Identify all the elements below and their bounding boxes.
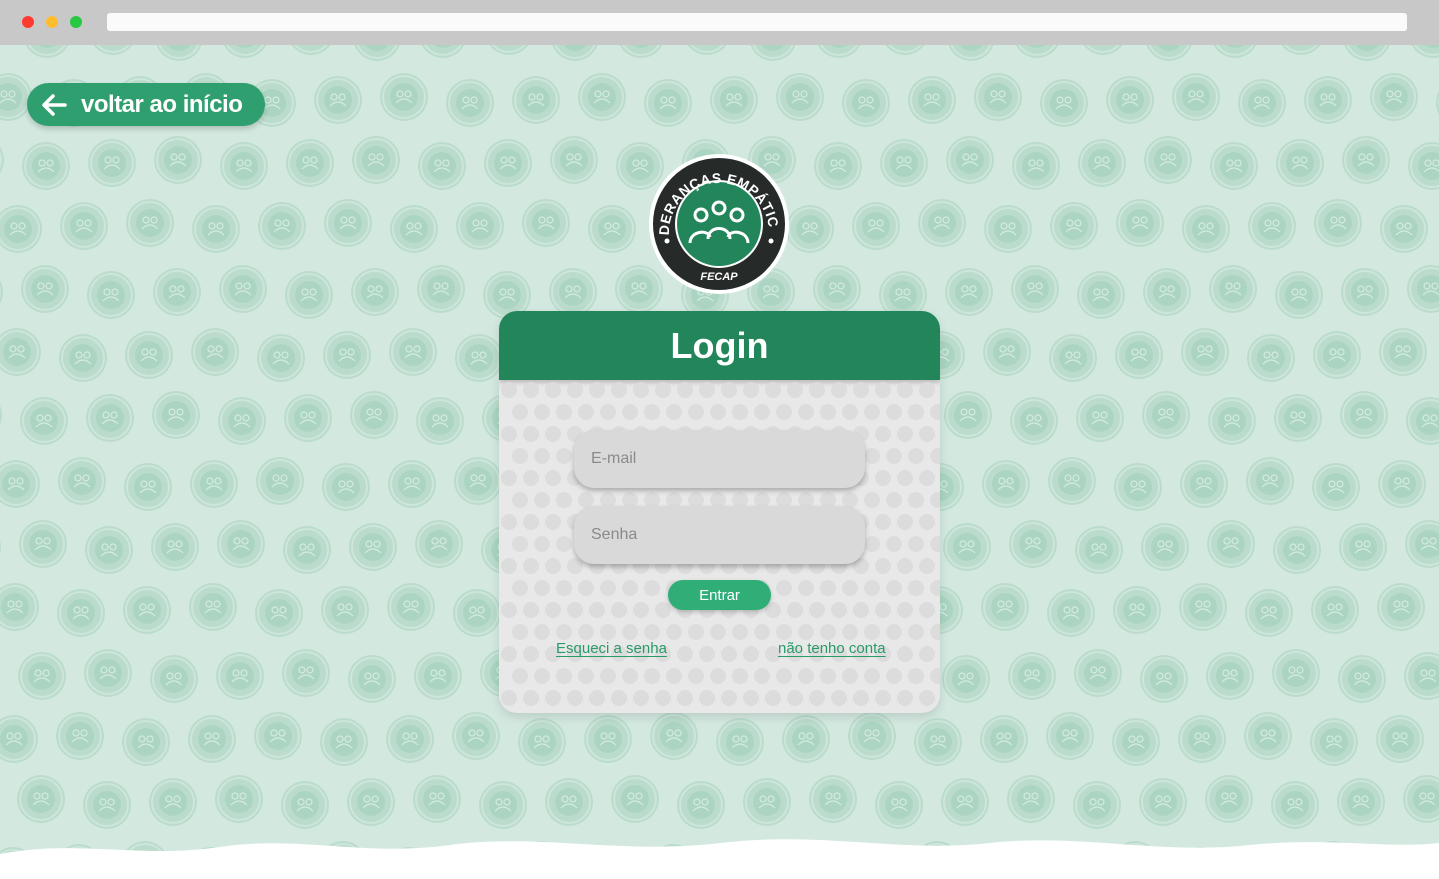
page-background: voltar ao início LIDERANÇAS EMPÁTICAS FE… [0, 45, 1439, 879]
login-card-header: Login [499, 311, 940, 380]
browser-chrome [0, 0, 1439, 45]
address-bar[interactable] [107, 13, 1407, 31]
back-button-label: voltar ao início [81, 90, 243, 118]
svg-text:FECAP: FECAP [700, 271, 738, 283]
back-to-home-button[interactable]: voltar ao início [27, 83, 265, 126]
login-submit-button[interactable]: Entrar [668, 580, 771, 610]
login-card: Login Entrar Esqueci a senha não tenho c… [499, 311, 940, 713]
forgot-password-link[interactable]: Esqueci a senha [556, 640, 667, 657]
minimize-window-button[interactable] [46, 16, 58, 28]
close-window-button[interactable] [22, 16, 34, 28]
maximize-window-button[interactable] [70, 16, 82, 28]
arrow-left-icon [42, 93, 67, 116]
email-field[interactable] [574, 430, 865, 488]
login-title: Login [670, 324, 769, 366]
signup-link[interactable]: não tenho conta [778, 640, 886, 657]
login-form: Entrar Esqueci a senha não tenho conta [499, 380, 940, 713]
password-field[interactable] [574, 506, 865, 564]
liderancas-empaticas-logo: LIDERANÇAS EMPÁTICAS FECAP [648, 153, 789, 294]
wave-divider [0, 839, 1439, 879]
